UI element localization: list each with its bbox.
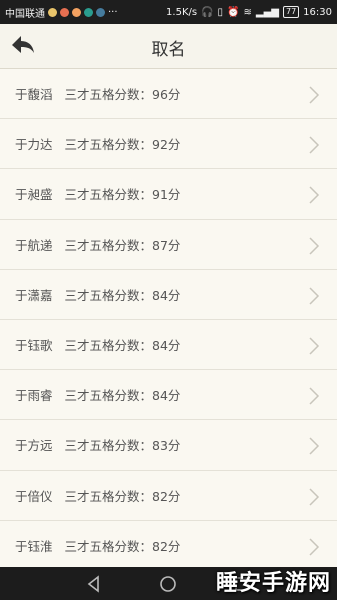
candidate-name: 于馥滔 <box>15 87 53 103</box>
nav-back-icon <box>87 575 99 593</box>
candidate-name: 于昶盛 <box>15 187 53 203</box>
chevron-right-icon <box>309 287 320 305</box>
score-label: 三才五格分数： <box>64 538 153 554</box>
more-notifications-icon: ··· <box>108 6 118 18</box>
list-item[interactable]: 于航递 三才五格分数： 87分 <box>0 220 337 270</box>
signal-icon: ▂▄▆ <box>255 6 279 18</box>
app-notification-icon <box>72 7 81 17</box>
score-label: 三才五格分数： <box>64 287 153 303</box>
score-label: 三才五格分数： <box>64 87 153 103</box>
nav-back-button[interactable] <box>82 572 106 596</box>
battery-icon: 77 <box>282 6 300 18</box>
list-item[interactable]: 于倍仪 三才五格分数： 82分 <box>0 471 337 521</box>
list-item[interactable]: 于馥滔 三才五格分数： 96分 <box>0 69 337 120</box>
notification-icon <box>48 7 57 17</box>
score-label: 三才五格分数： <box>64 187 153 203</box>
score-value: 96分 <box>152 87 181 103</box>
score-value: 87分 <box>152 237 181 253</box>
score-label: 三才五格分数： <box>64 237 153 253</box>
candidate-name: 于雨睿 <box>15 388 53 404</box>
chevron-right-icon <box>309 136 320 154</box>
wifi-icon: ≋ <box>243 6 252 18</box>
score-label: 三才五格分数： <box>64 438 153 454</box>
nav-home-button[interactable] <box>156 572 180 596</box>
chevron-right-icon <box>309 538 320 556</box>
list-item[interactable]: 于钰淮 三才五格分数： 82分 <box>0 521 337 571</box>
chevron-right-icon <box>309 437 320 455</box>
score-value: 84分 <box>152 388 181 404</box>
score-value: 82分 <box>152 538 181 554</box>
page-title: 取名 <box>151 40 186 60</box>
chevron-right-icon <box>309 186 320 204</box>
candidate-name: 于钰淮 <box>15 538 53 554</box>
score-value: 84分 <box>152 338 181 354</box>
chevron-right-icon <box>309 86 320 104</box>
candidate-name: 于潇嘉 <box>15 287 53 303</box>
chevron-right-icon <box>309 237 320 255</box>
chevron-right-icon <box>309 487 320 506</box>
candidate-name: 于力达 <box>15 137 53 153</box>
list-item[interactable]: 于力达 三才五格分数： 92分 <box>0 119 337 170</box>
score-value: 82分 <box>152 488 181 504</box>
score-label: 三才五格分数： <box>64 488 153 504</box>
list-item[interactable]: 于潇嘉 三才五格分数： 84分 <box>0 270 337 320</box>
network-speed: 1.5K/s <box>166 6 198 18</box>
name-list: 于馥滔 三才五格分数： 96分 于力达 三才五格分数： 92分 于昶盛 三才五格分数： 91分于… <box>0 69 337 571</box>
app-notification-icon <box>96 7 105 17</box>
status-bar: 中国联通 ··· 1.5K/s 🎧 ▯ ⏰ ≋ ▂▄▆ 77 16:30 <box>0 0 337 24</box>
score-value: 84分 <box>152 287 181 303</box>
headphone-icon: 🎧 <box>201 6 214 18</box>
clock: 16:30 <box>303 6 332 18</box>
score-value: 92分 <box>152 137 181 153</box>
candidate-name: 于航递 <box>15 237 53 253</box>
candidate-name: 于倍仪 <box>15 488 53 504</box>
app-notification-icon <box>60 7 69 17</box>
chevron-right-icon <box>309 337 320 355</box>
nav-home-icon <box>160 576 176 592</box>
score-label: 三才五格分数： <box>64 388 153 404</box>
carrier-label: 中国联通 <box>5 8 45 20</box>
score-label: 三才五格分数： <box>64 338 153 354</box>
score-value: 91分 <box>152 187 181 203</box>
chevron-right-icon <box>309 387 320 405</box>
score-label: 三才五格分数： <box>64 137 153 153</box>
list-item[interactable]: 于雨睿 三才五格分数： 84分 <box>0 370 337 421</box>
alarm-icon: ⏰ <box>227 6 240 18</box>
app-header: 取名 <box>0 24 337 69</box>
vibrate-icon: ▯ <box>217 6 224 18</box>
list-item[interactable]: 于昶盛 三才五格分数： 91分 <box>0 169 337 220</box>
list-item[interactable]: 于钰歌 三才五格分数： 84分 <box>0 320 337 371</box>
app-notification-icon <box>84 7 93 17</box>
list-item[interactable]: 于方远 三才五格分数： 83分 <box>0 420 337 471</box>
score-value: 83分 <box>152 438 181 454</box>
candidate-name: 于方远 <box>15 438 53 454</box>
watermark-logo: 睡安手游网 <box>215 571 331 596</box>
candidate-name: 于钰歌 <box>15 338 53 354</box>
navigation-bar: 睡安手游网 <box>0 567 337 600</box>
